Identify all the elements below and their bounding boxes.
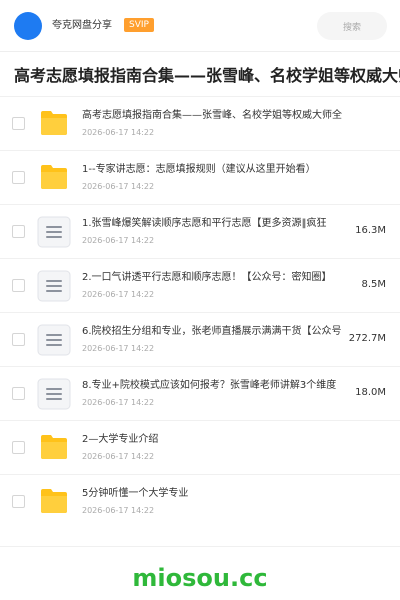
item-size: 16.3M xyxy=(355,225,386,236)
list-item[interactable]: 1.张雪峰爆笑解读顺序志愿和平行志愿【更多资源‖疯狂 2026-06-17 14:… xyxy=(0,204,400,258)
item-size: 18.0M xyxy=(355,387,386,398)
item-date: 2026-06-17 14:22 xyxy=(82,344,155,353)
document-icon xyxy=(37,324,71,356)
item-checkbox[interactable] xyxy=(12,171,25,184)
document-icon xyxy=(37,378,71,410)
folder-icon xyxy=(41,435,67,459)
list-item[interactable]: 2—大学专业介绍 2026-06-17 14:22 xyxy=(0,420,400,474)
list-item[interactable]: 1--专家讲志愿：志愿填报规则（建议从这里开始看） 2026-06-17 14:2… xyxy=(0,150,400,204)
search-placeholder: 搜索 xyxy=(342,22,361,33)
item-checkbox[interactable] xyxy=(12,225,25,238)
list-item[interactable]: 6.院校招生分组和专业，张老师直播展示满满干货【公众号 2026-06-17 14… xyxy=(0,312,400,366)
share-header: 夸克网盘分享 SVIP 搜索 xyxy=(0,0,400,52)
item-checkbox[interactable] xyxy=(12,495,25,508)
item-date: 2026-06-17 14:22 xyxy=(82,128,155,137)
list-divider xyxy=(0,546,400,547)
item-name[interactable]: 8.专业+院校模式应该如何报考？张雪峰老师讲解3个维度 xyxy=(82,379,350,393)
item-date: 2026-06-17 14:22 xyxy=(82,452,155,461)
item-checkbox[interactable] xyxy=(12,387,25,400)
svip-badge: SVIP xyxy=(124,18,154,32)
list-item[interactable]: 高考志愿填报指南合集——张雪峰、名校学姐等权威大师全 2026-06-17 14:… xyxy=(0,96,400,150)
item-checkbox[interactable] xyxy=(12,333,25,346)
list-item[interactable]: 5分钟听懂一个大学专业 2026-06-17 14:22 xyxy=(0,474,400,528)
item-size: 8.5M xyxy=(361,279,386,290)
item-name[interactable]: 5分钟听懂一个大学专业 xyxy=(82,487,370,501)
item-name[interactable]: 1.张雪峰爆笑解读顺序志愿和平行志愿【更多资源‖疯狂 xyxy=(82,217,350,231)
item-name[interactable]: 6.院校招生分组和专业，张老师直播展示满满干货【公众号 xyxy=(82,325,350,339)
folder-icon xyxy=(41,111,67,135)
item-size: 272.7M xyxy=(348,333,386,344)
folder-title: 高考志愿填报指南合集——张雪峰、名校学姐等权威大师全 xyxy=(14,66,400,85)
item-checkbox[interactable] xyxy=(12,441,25,454)
item-date: 2026-06-17 14:22 xyxy=(82,182,155,191)
share-name: 夸克网盘分享 xyxy=(52,20,112,31)
item-name[interactable]: 2.一口气讲透平行志愿和顺序志愿！【公众号：密知圈】 xyxy=(82,271,350,285)
search-input[interactable]: 搜索 xyxy=(317,12,387,40)
document-icon xyxy=(37,270,71,302)
list-item[interactable]: 8.专业+院校模式应该如何报考？张雪峰老师讲解3个维度 2026-06-17 14… xyxy=(0,366,400,420)
folder-icon xyxy=(41,165,67,189)
avatar[interactable] xyxy=(14,12,42,40)
watermark: miosou.cc xyxy=(132,564,268,592)
list-item[interactable]: 2.一口气讲透平行志愿和顺序志愿！【公众号：密知圈】 2026-06-17 14:… xyxy=(0,258,400,312)
item-date: 2026-06-17 14:22 xyxy=(82,398,155,407)
item-name[interactable]: 1--专家讲志愿：志愿填报规则（建议从这里开始看） xyxy=(82,163,370,177)
item-name[interactable]: 2—大学专业介绍 xyxy=(82,433,370,447)
document-icon xyxy=(37,216,71,248)
folder-icon xyxy=(41,489,67,513)
item-date: 2026-06-17 14:22 xyxy=(82,236,155,245)
item-checkbox[interactable] xyxy=(12,117,25,130)
item-checkbox[interactable] xyxy=(12,279,25,292)
item-date: 2026-06-17 14:22 xyxy=(82,290,155,299)
item-date: 2026-06-17 14:22 xyxy=(82,506,155,515)
item-name[interactable]: 高考志愿填报指南合集——张雪峰、名校学姐等权威大师全 xyxy=(82,109,370,123)
